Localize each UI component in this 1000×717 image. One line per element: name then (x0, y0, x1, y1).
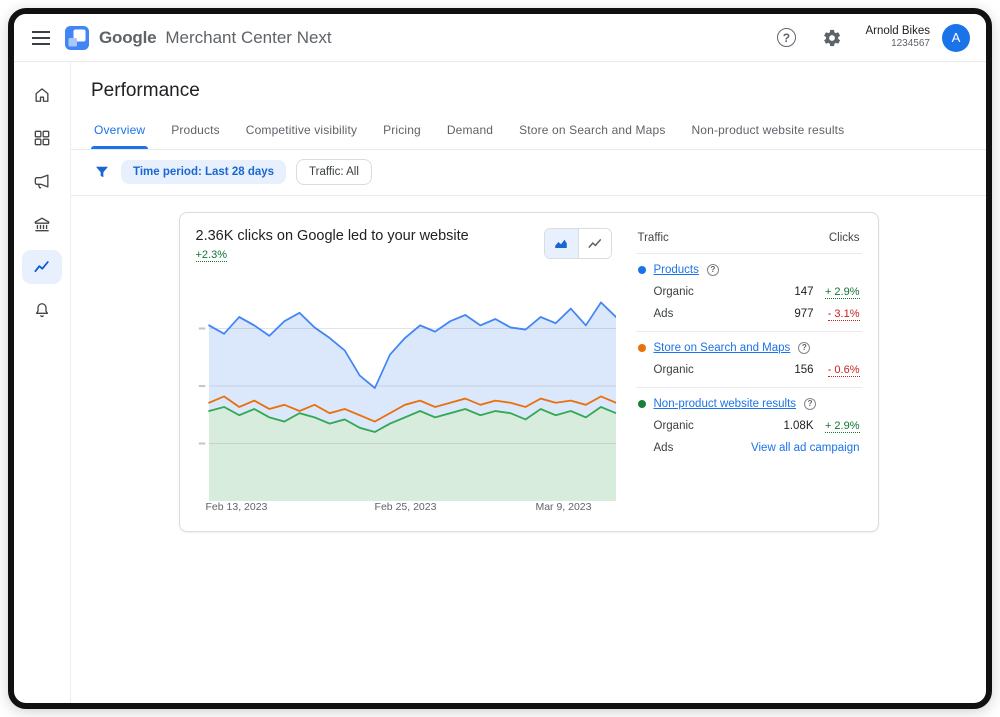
tab-overview[interactable]: Overview (81, 114, 158, 149)
clicks-column-label: Clicks (829, 232, 860, 244)
google-wordmark: Google (99, 28, 156, 48)
chart-type-toggle (544, 228, 612, 259)
traffic-group-store: Store on Search and Maps ? Organic 156 -… (636, 332, 862, 388)
traffic-group-products: Products ? Organic 147 + 2.9% (636, 254, 862, 332)
product-logo: Google Merchant Center Next (64, 25, 332, 51)
bank-icon (32, 214, 52, 234)
tab-non-product-website-results[interactable]: Non-product website results (678, 114, 857, 149)
products-help-icon[interactable]: ? (707, 264, 719, 276)
view-all-ad-campaign-link[interactable]: View all ad campaign (751, 442, 859, 454)
non-product-organic-row: Organic 1.08K + 2.9% (638, 420, 860, 432)
x-tick-start: Feb 13, 2023 (206, 501, 268, 513)
sidebar-item-dashboard[interactable] (22, 121, 62, 155)
row-label: Organic (654, 420, 694, 432)
dashboard-icon (32, 128, 52, 148)
tab-products[interactable]: Products (158, 114, 233, 149)
products-organic-row: Organic 147 + 2.9% (638, 286, 860, 298)
delta-value[interactable]: + 2.9% (825, 420, 860, 433)
sidebar-item-notifications[interactable] (22, 293, 62, 327)
gear-icon (822, 28, 842, 48)
tab-demand[interactable]: Demand (434, 114, 506, 149)
help-button[interactable]: ? (769, 21, 803, 55)
store-organic-row: Organic 156 - 0.6% (638, 364, 860, 376)
x-tick-end: Mar 9, 2023 (535, 501, 591, 513)
chart-canvas (196, 271, 616, 501)
sidebar-item-performance[interactable] (22, 250, 62, 284)
store-legend-dot (638, 344, 646, 352)
top-app-bar: Google Merchant Center Next ? Arnold Bik… (14, 14, 986, 62)
overview-content: 2.36K clicks on Google led to your websi… (71, 196, 986, 703)
non-product-legend-dot (638, 400, 646, 408)
chart-section: 2.36K clicks on Google led to your websi… (196, 228, 616, 516)
filter-funnel-icon[interactable] (93, 163, 111, 181)
clicks-value: 147 (776, 286, 814, 298)
time-period-filter-chip[interactable]: Time period: Last 28 days (121, 160, 286, 184)
tab-store-on-search-and-maps[interactable]: Store on Search and Maps (506, 114, 678, 149)
product-name: Merchant Center Next (165, 28, 331, 48)
headline-delta-badge[interactable]: +2.3% (196, 249, 228, 262)
page-title: Performance (71, 62, 986, 114)
main-menu-button[interactable] (24, 21, 58, 55)
tab-pricing[interactable]: Pricing (370, 114, 434, 149)
home-icon (32, 85, 52, 105)
traffic-panel-header: Traffic Clicks (636, 230, 862, 254)
x-tick-middle: Feb 25, 2023 (375, 501, 437, 513)
sidebar-item-home[interactable] (22, 78, 62, 112)
account-name: Arnold Bikes (865, 24, 930, 38)
settings-button[interactable] (815, 21, 849, 55)
row-label: Organic (654, 286, 694, 298)
traffic-filter-chip[interactable]: Traffic: All (296, 159, 372, 185)
megaphone-icon (32, 171, 52, 191)
store-help-icon[interactable]: ? (798, 342, 810, 354)
delta-value[interactable]: - 3.1% (828, 308, 860, 321)
line-chart-toggle-button[interactable] (578, 229, 611, 258)
row-label: Ads (654, 442, 674, 454)
traffic-breakdown-panel: Traffic Clicks Products ? Organic (636, 228, 862, 516)
account-id: 1234567 (865, 38, 930, 51)
products-link[interactable]: Products (654, 264, 699, 276)
store-link[interactable]: Store on Search and Maps (654, 342, 791, 354)
app-window: Google Merchant Center Next ? Arnold Bik… (8, 8, 992, 709)
sidebar-item-marketing[interactable] (22, 164, 62, 198)
non-product-help-icon[interactable]: ? (804, 398, 816, 410)
delta-value[interactable]: + 2.9% (825, 286, 860, 299)
products-legend-dot (638, 266, 646, 274)
traffic-column-label: Traffic (638, 232, 669, 244)
traffic-group-non-product: Non-product website results ? Organic 1.… (636, 388, 862, 465)
tab-competitive-visibility[interactable]: Competitive visibility (233, 114, 370, 149)
filter-bar: Time period: Last 28 days Traffic: All (71, 150, 986, 196)
card-headline: 2.36K clicks on Google led to your websi… (196, 228, 469, 244)
delta-value[interactable]: - 0.6% (828, 364, 860, 377)
help-icon: ? (777, 28, 796, 47)
non-product-ads-row: Ads View all ad campaign (638, 442, 860, 454)
products-ads-row: Ads 977 - 3.1% (638, 308, 860, 320)
left-nav-rail (14, 62, 71, 703)
performance-tab-bar: Overview Products Competitive visibility… (71, 114, 986, 150)
hamburger-icon (32, 31, 50, 45)
row-label: Ads (654, 308, 674, 320)
line-chart-icon (587, 236, 603, 252)
line-chart-icon (32, 257, 52, 277)
non-product-link[interactable]: Non-product website results (654, 398, 797, 410)
sidebar-item-business-info[interactable] (22, 207, 62, 241)
clicks-value: 977 (776, 308, 814, 320)
topbar-actions: ? Arnold Bikes 1234567 A (769, 21, 970, 55)
clicks-value: 1.08K (776, 420, 814, 432)
area-chart-toggle-button[interactable] (545, 229, 578, 258)
row-label: Organic (654, 364, 694, 376)
bell-icon (32, 300, 52, 320)
avatar[interactable]: A (942, 24, 970, 52)
clicks-value: 156 (776, 364, 814, 376)
clicks-overview-card: 2.36K clicks on Google led to your websi… (179, 212, 879, 532)
traffic-area-chart (196, 271, 616, 501)
chart-x-axis: Feb 13, 2023 Feb 25, 2023 Mar 9, 2023 (196, 501, 616, 516)
merchant-center-logo-icon (64, 25, 90, 51)
account-info: Arnold Bikes 1234567 (865, 24, 930, 51)
area-chart-icon (553, 236, 569, 252)
main-content: Performance Overview Products Competitiv… (71, 62, 986, 703)
